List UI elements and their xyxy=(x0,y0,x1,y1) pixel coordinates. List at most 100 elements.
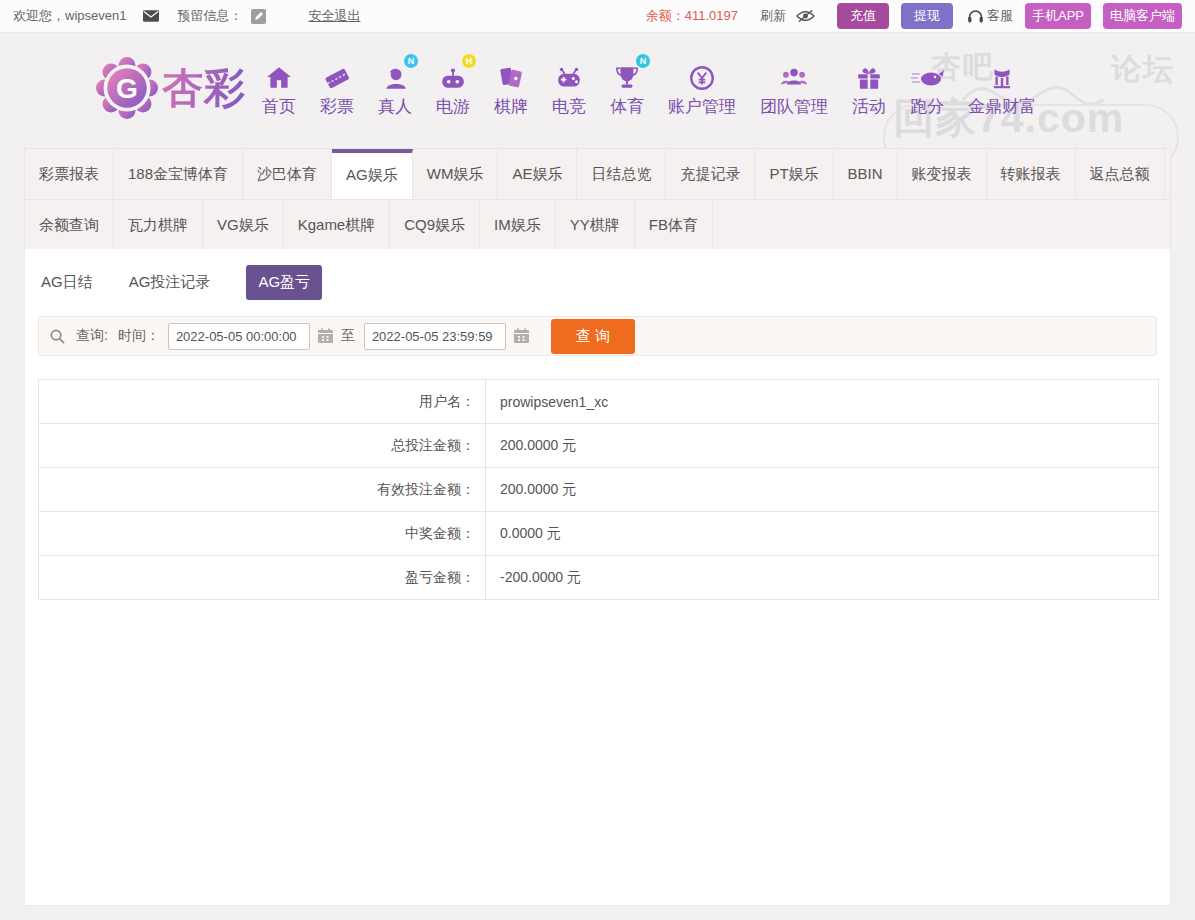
tab-瓦力棋牌[interactable]: 瓦力棋牌 xyxy=(114,200,203,249)
date-from-input[interactable] xyxy=(168,323,310,350)
tab-BBIN[interactable]: BBIN xyxy=(834,149,898,199)
table-row: 总投注金额：200.0000 元 xyxy=(39,424,1159,468)
nav-item-esports[interactable]: 电竞 xyxy=(552,59,586,118)
table-row: 盈亏金额：-200.0000 元 xyxy=(39,556,1159,600)
nav-item-trophy[interactable]: N 体育 xyxy=(610,59,644,118)
eye-off-icon[interactable] xyxy=(796,9,815,23)
row-label: 总投注金额： xyxy=(39,424,486,468)
tab-CQ9娱乐[interactable]: CQ9娱乐 xyxy=(390,200,480,249)
report-tabs: 彩票报表188金宝博体育沙巴体育AG娱乐WM娱乐AE娱乐日结总览充提记录PT娱乐… xyxy=(24,148,1171,250)
person-icon: N xyxy=(381,59,409,92)
headphones-icon xyxy=(967,9,984,23)
mail-icon[interactable] xyxy=(143,10,159,22)
nav-item-home[interactable]: 首页 xyxy=(262,59,296,118)
gift-icon xyxy=(855,59,883,92)
row-value: 200.0000 元 xyxy=(486,424,1159,468)
nav-label: 活动 xyxy=(852,95,886,118)
nav-item-coin[interactable]: 账户管理 xyxy=(668,59,736,118)
table-row: 中奖金额：0.0000 元 xyxy=(39,512,1159,556)
tab-Kgame棋牌[interactable]: Kgame棋牌 xyxy=(284,200,391,249)
nav-item-treasure[interactable]: 金鼎财富 xyxy=(968,59,1036,118)
mobile-app-button[interactable]: 手机APP xyxy=(1025,3,1091,29)
tab-彩票报表[interactable]: 彩票报表 xyxy=(25,149,114,199)
tab-row-1: 彩票报表188金宝博体育沙巴体育AG娱乐WM娱乐AE娱乐日结总览充提记录PT娱乐… xyxy=(25,149,1170,199)
site-header: 杏吧 论坛 回家74.com G 杏彩 首页彩票N真人H电游棋牌电竞N体育账户管… xyxy=(0,33,1195,148)
subtabs: AG日结 AG投注记录 AG盈亏 xyxy=(25,249,1170,300)
query-submit-button[interactable]: 查 询 xyxy=(551,319,635,354)
reserved-info-label: 预留信息： xyxy=(177,7,242,25)
nav-item-ticket[interactable]: 彩票 xyxy=(320,59,354,118)
site-logo[interactable]: G 杏彩 xyxy=(96,57,246,119)
row-value: prowipseven1_xc xyxy=(486,380,1159,424)
content-panel: AG日结 AG投注记录 AG盈亏 查询: 时间： 至 查 询 用户名：prowips… xyxy=(24,249,1171,906)
row-value: 200.0000 元 xyxy=(486,468,1159,512)
subtab-AG投注记录[interactable]: AG投注记录 xyxy=(129,266,211,299)
runner-icon xyxy=(910,59,944,92)
time-label: 时间： xyxy=(118,327,160,345)
recharge-button[interactable]: 充值 xyxy=(837,3,889,29)
edit-icon[interactable] xyxy=(251,9,266,24)
nav-item-person[interactable]: N真人 xyxy=(378,59,412,118)
date-to-input[interactable] xyxy=(364,323,506,350)
nav-item-team[interactable]: 团队管理 xyxy=(760,59,828,118)
nav-item-cards[interactable]: 棋牌 xyxy=(494,59,528,118)
main-nav: 首页 彩票 N真人 H电游棋牌电竞 N 体育 账户管理 团队管理活动 跑分 金鼎财富 xyxy=(262,59,1060,118)
row-label: 有效投注金额： xyxy=(39,468,486,512)
calendar-icon-from[interactable] xyxy=(317,328,334,344)
watermark-text-2: 论坛 xyxy=(1111,49,1175,90)
row-label: 盈亏金额： xyxy=(39,556,486,600)
nav-label: 首页 xyxy=(262,95,296,118)
subtab-AG盈亏[interactable]: AG盈亏 xyxy=(246,265,322,300)
nav-item-runner[interactable]: 跑分 xyxy=(910,59,944,118)
nav-label: 账户管理 xyxy=(668,95,736,118)
nav-item-gift[interactable]: 活动 xyxy=(852,59,886,118)
nav-label: 体育 xyxy=(610,95,644,118)
brand-name: 杏彩 xyxy=(162,61,246,116)
tab-账变报表[interactable]: 账变报表 xyxy=(898,149,987,199)
tab-AE娱乐[interactable]: AE娱乐 xyxy=(498,149,577,199)
pc-client-button[interactable]: 电脑客户端 xyxy=(1103,3,1182,29)
tab-充提记录[interactable]: 充提记录 xyxy=(666,149,755,199)
nav-label: 电竞 xyxy=(552,95,586,118)
tab-WM娱乐[interactable]: WM娱乐 xyxy=(413,149,499,199)
query-label: 查询: xyxy=(76,327,108,345)
withdraw-button[interactable]: 提现 xyxy=(901,3,953,29)
ticket-icon xyxy=(323,59,351,92)
subtab-AG日结[interactable]: AG日结 xyxy=(41,266,93,299)
balance-text: 余额：411.0197 xyxy=(646,7,738,25)
nav-item-gamepad[interactable]: H电游 xyxy=(436,59,470,118)
tab-FB体育[interactable]: FB体育 xyxy=(635,200,713,249)
nav-badge: H xyxy=(462,54,476,68)
result-table: 用户名：prowipseven1_xc总投注金额：200.0000 元有效投注金… xyxy=(38,379,1159,600)
tab-余额查询[interactable]: 余额查询 xyxy=(25,200,114,249)
tab-沙巴体育[interactable]: 沙巴体育 xyxy=(243,149,332,199)
nav-label: 跑分 xyxy=(910,95,944,118)
tab-188金宝博体育[interactable]: 188金宝博体育 xyxy=(114,149,243,199)
nav-label: 彩票 xyxy=(320,95,354,118)
tab-YY棋牌[interactable]: YY棋牌 xyxy=(556,200,635,249)
customer-service[interactable]: 客服 xyxy=(967,7,1013,25)
coin-icon xyxy=(688,59,716,92)
cards-icon xyxy=(497,59,525,92)
service-label: 客服 xyxy=(987,7,1013,25)
search-icon xyxy=(49,328,66,345)
svg-text:G: G xyxy=(116,72,138,104)
nav-label: 金鼎财富 xyxy=(968,95,1036,118)
tab-VG娱乐[interactable]: VG娱乐 xyxy=(203,200,284,249)
tab-PT娱乐[interactable]: PT娱乐 xyxy=(755,149,833,199)
calendar-icon-to[interactable] xyxy=(513,328,530,344)
query-bar: 查询: 时间： 至 查 询 xyxy=(38,316,1157,356)
tab-AG娱乐[interactable]: AG娱乐 xyxy=(332,149,413,199)
table-row: 有效投注金额：200.0000 元 xyxy=(39,468,1159,512)
row-label: 用户名： xyxy=(39,380,486,424)
gamepad-icon: H xyxy=(439,59,467,92)
between-label: 至 xyxy=(341,327,355,345)
tab-日结总览[interactable]: 日结总览 xyxy=(577,149,666,199)
refresh-link[interactable]: 刷新 xyxy=(760,7,786,25)
trophy-icon: N xyxy=(613,59,641,92)
tab-IM娱乐[interactable]: IM娱乐 xyxy=(480,200,556,249)
tab-返点总额[interactable]: 返点总额 xyxy=(1076,149,1165,199)
team-icon xyxy=(780,59,808,92)
tab-转账报表[interactable]: 转账报表 xyxy=(987,149,1076,199)
logout-link[interactable]: 安全退出 xyxy=(308,7,360,25)
